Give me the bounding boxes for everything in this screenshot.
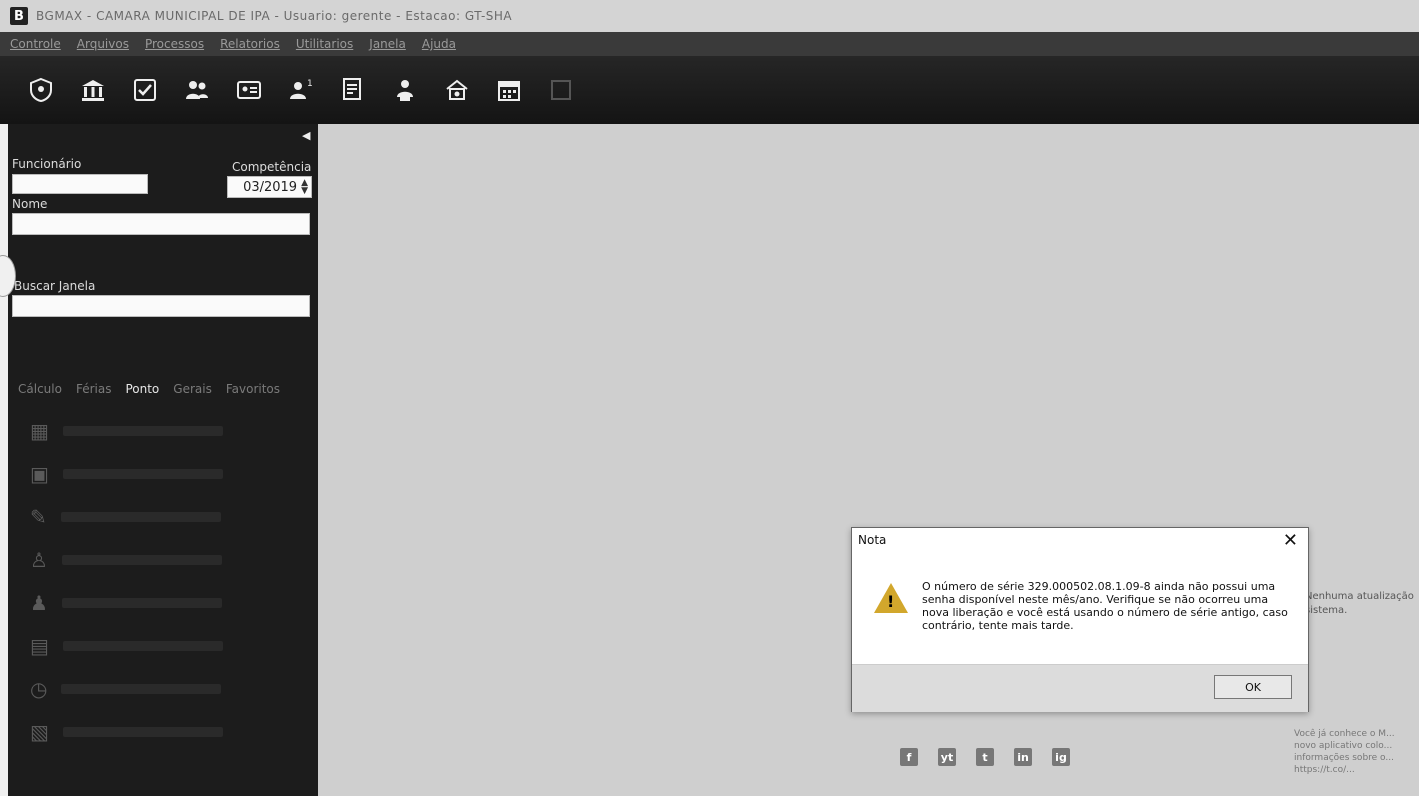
bank-icon[interactable] (74, 71, 112, 109)
buscar-janela-label: Buscar Janela (14, 279, 96, 293)
title-bar: B BGMAX - CAMARA MUNICIPAL DE IPA - Usua… (0, 0, 1419, 32)
competencia-spinner[interactable]: 03/2019 ▲ ▼ (227, 176, 312, 198)
update-note-line2: sistema. (1305, 605, 1348, 616)
checkbox-icon[interactable] (126, 71, 164, 109)
tab-favoritos[interactable]: Favoritos (226, 382, 280, 396)
update-note-line1: Nenhuma atualização (1305, 591, 1414, 602)
nome-label: Nome (12, 197, 48, 211)
menu-utilitarios[interactable]: Utilitarios (296, 37, 353, 51)
list-item[interactable]: ▤ (30, 629, 302, 663)
facebook-icon[interactable]: f (900, 748, 918, 766)
nome-input[interactable] (12, 213, 310, 235)
calendar-icon: ▣ (30, 462, 49, 486)
list-item[interactable]: ✎ (30, 500, 302, 534)
group-icon[interactable] (386, 71, 424, 109)
dialog-message: O número de série 329.000502.08.1.09-8 a… (922, 580, 1288, 632)
left-sidebar: ◀ Funcionário Competência 03/2019 ▲ ▼ Nom… (0, 124, 318, 796)
linkedin-icon[interactable]: in (1014, 748, 1032, 766)
left-edge (0, 124, 8, 796)
calendar-icon: ▤ (30, 634, 49, 658)
sidebar-tabs: Cálculo Férias Ponto Gerais Favoritos (18, 382, 294, 396)
instagram-icon[interactable]: ig (1052, 748, 1070, 766)
tab-gerais[interactable]: Gerais (173, 382, 212, 396)
user-badge-icon[interactable]: 1 (282, 71, 320, 109)
tab-ponto[interactable]: Ponto (125, 382, 159, 396)
menu-bar: Controle Arquivos Processos Relatorios U… (0, 32, 1419, 56)
buscar-janela-input[interactable] (12, 295, 310, 317)
list-item[interactable]: ▦ (30, 414, 302, 448)
ok-button[interactable]: OK (1214, 675, 1292, 699)
funcionario-label: Funcionário (12, 157, 82, 171)
competencia-value: 03/2019 (243, 179, 298, 195)
competencia-label: Competência (232, 160, 312, 174)
menu-processos[interactable]: Processos (145, 37, 204, 51)
social-links: f yt t in ig (900, 748, 1090, 766)
youtube-icon[interactable]: yt (938, 748, 956, 766)
toolbar: 1 (0, 56, 1419, 124)
list-item[interactable]: ♙ (30, 543, 302, 577)
close-icon[interactable]: ✕ (1283, 530, 1298, 551)
tab-calculo[interactable]: Cálculo (18, 382, 62, 396)
news-feed: Você já conhece o M... novo aplicativo c… (1294, 729, 1395, 775)
collapse-arrow-icon[interactable]: ◀ (302, 129, 310, 142)
menu-relatorios[interactable]: Relatorios (220, 37, 280, 51)
disabled-icon (542, 71, 580, 109)
users-icon[interactable] (178, 71, 216, 109)
group-icon: ♟ (30, 591, 48, 615)
document-icon: ▧ (30, 720, 49, 744)
shield-icon[interactable] (22, 71, 60, 109)
clock-icon: ◷ (30, 677, 48, 701)
window-title: BGMAX - CAMARA MUNICIPAL DE IPA - Usuari… (36, 9, 513, 23)
tool-icon: ✎ (30, 505, 47, 529)
dialog-footer: OK (852, 664, 1308, 712)
document-icon[interactable] (334, 71, 372, 109)
person-icon: ♙ (30, 548, 48, 572)
calendar-icon[interactable] (490, 71, 528, 109)
spinner-arrows-icon[interactable]: ▲ ▼ (301, 179, 308, 196)
funcionario-input[interactable] (12, 174, 148, 194)
house-money-icon[interactable] (438, 71, 476, 109)
menu-arquivos[interactable]: Arquivos (77, 37, 129, 51)
tab-ferias[interactable]: Férias (76, 382, 112, 396)
menu-controle[interactable]: Controle (10, 37, 61, 51)
calendar-icon: ▦ (30, 419, 49, 443)
dialog-title: Nota (858, 533, 887, 547)
menu-janela[interactable]: Janela (369, 37, 406, 51)
warning-mark: ! (887, 592, 895, 611)
menu-ajuda[interactable]: Ajuda (422, 37, 456, 51)
update-notes: Nenhuma atualização sistema. (1305, 590, 1417, 618)
list-item[interactable]: ♟ (30, 586, 302, 620)
id-card-icon[interactable] (230, 71, 268, 109)
list-item[interactable]: ▣ (30, 457, 302, 491)
list-item[interactable]: ▧ (30, 715, 302, 749)
svg-text:1: 1 (307, 79, 313, 89)
twitter-icon[interactable]: t (976, 748, 994, 766)
list-item[interactable]: ◷ (30, 672, 302, 706)
app-logo-icon: B (10, 7, 28, 25)
nota-dialog: Nota ✕ ! O número de série 329.000502.08… (851, 527, 1309, 712)
